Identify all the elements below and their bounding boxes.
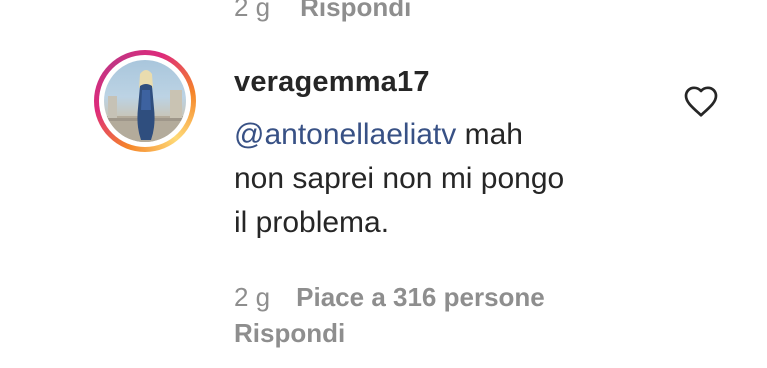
- mention-link[interactable]: @antonellaeliatv: [234, 118, 456, 151]
- comment-likes-button[interactable]: Piace a 316 persone: [296, 282, 545, 313]
- comment-line-1: @antonellaeliatv mah: [234, 113, 654, 157]
- avatar-picture: [104, 70, 186, 142]
- comment-line-3: il problema.: [234, 206, 390, 239]
- comment-line-1-rest: mah: [456, 118, 523, 151]
- previous-comment-reply-button[interactable]: Rispondi: [300, 0, 411, 23]
- comment-username[interactable]: veragemma17: [234, 66, 430, 99]
- comment-meta: 2 g Piace a 316 persone: [234, 282, 545, 313]
- avatar[interactable]: [94, 50, 196, 152]
- comment-text: @antonellaeliatv mah non saprei non mi p…: [234, 113, 654, 245]
- previous-comment-time: 2 g: [234, 0, 271, 22]
- avatar-photo: [104, 60, 186, 142]
- avatar-story-ring-gap: [99, 55, 191, 147]
- comment-line-2: non saprei non mi pongo: [234, 162, 565, 195]
- heart-outline-icon[interactable]: [683, 84, 719, 118]
- previous-comment-meta: 2 g Rispondi: [234, 0, 411, 24]
- comment-thread: 2 g Rispondi veragemma17 @antonellaeliat…: [0, 0, 767, 368]
- reply-button[interactable]: Rispondi: [234, 318, 345, 349]
- comment-time: 2 g: [234, 282, 271, 312]
